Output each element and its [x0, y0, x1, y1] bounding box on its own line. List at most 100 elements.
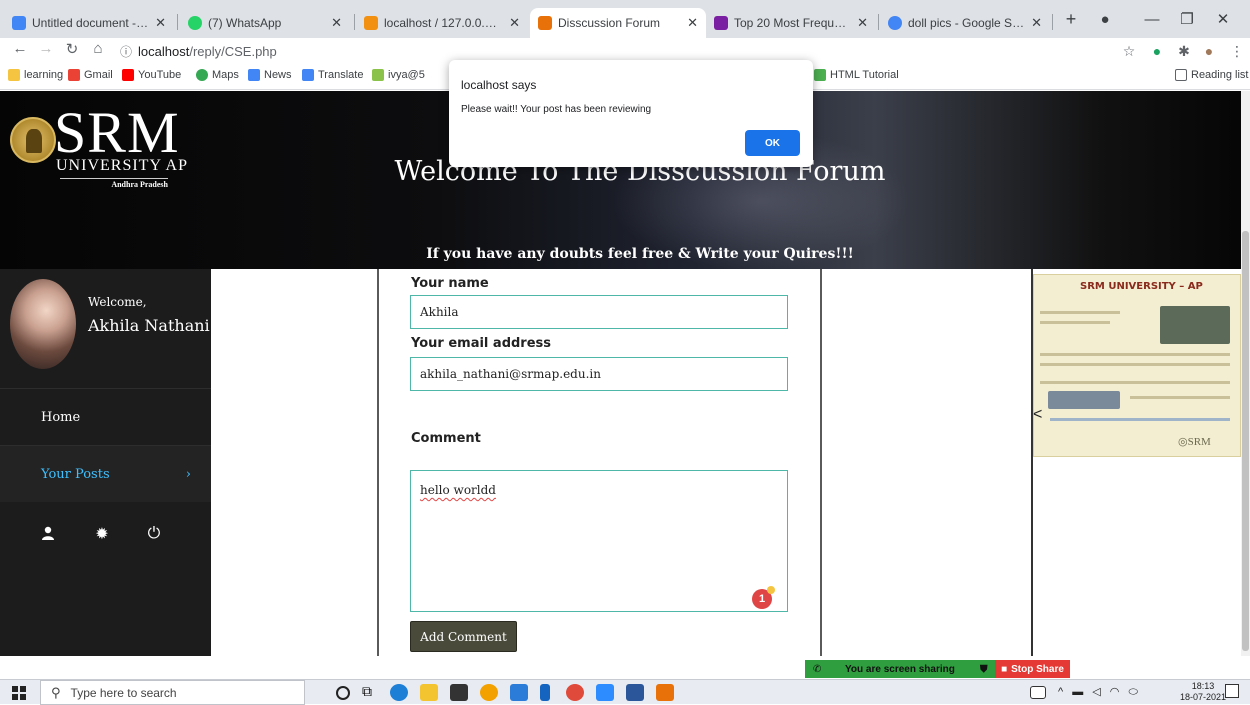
tab-whatsapp[interactable]: (7) WhatsApp ✕ [180, 8, 350, 38]
menu-kebab-icon[interactable]: ⋮ [1228, 42, 1246, 60]
reading-list[interactable]: Reading list [1175, 69, 1248, 81]
tab-search-icon[interactable]: ● [1090, 8, 1120, 30]
poster-text-line [1130, 396, 1230, 399]
minimize-icon[interactable]: — [1137, 8, 1167, 30]
chrome-icon[interactable] [566, 684, 584, 701]
tab-interview-questions[interactable]: Top 20 Most Frequently Ask ✕ [706, 8, 876, 38]
stop-share-label: Stop Share [1011, 663, 1064, 675]
maximize-icon[interactable]: ❐ [1172, 8, 1202, 30]
mail-icon[interactable] [510, 684, 528, 701]
task-view-icon[interactable]: ⧉ [362, 683, 380, 700]
bookmark-label: Gmail [84, 69, 113, 81]
word-icon[interactable] [626, 684, 644, 701]
poster-logos-row [1050, 418, 1230, 421]
shield-icon: ⛊ [980, 663, 988, 675]
close-tab-icon[interactable]: ✕ [331, 15, 342, 31]
reading-list-label: Reading list [1191, 69, 1249, 81]
bookmark-youtube[interactable]: YouTube [122, 69, 181, 81]
profile-avatar-icon[interactable]: ● [1200, 42, 1218, 60]
tab-phpmyadmin[interactable]: localhost / 127.0.0.1 / discu ✕ [356, 8, 528, 38]
bookmark-label: HTML Tutorial [830, 69, 899, 81]
home-icon[interactable]: ⌂ [88, 40, 108, 57]
sidebar-item-your-posts[interactable]: Your Posts › [0, 445, 211, 502]
taskbar-search-input[interactable]: ⚲ Type here to search [40, 680, 305, 705]
w3-icon [814, 69, 826, 81]
info-icon[interactable]: ⓘ [120, 43, 132, 60]
system-tray-icons[interactable]: ^ ▬ ◁ ◠ ⬭ [1058, 685, 1141, 699]
chevron-left-icon[interactable]: < [1033, 406, 1042, 424]
tab-google-docs[interactable]: Untitled document - Googl ✕ [4, 8, 174, 38]
email-field[interactable]: akhila_nathani@srmap.edu.in [410, 357, 788, 391]
ok-button[interactable]: OK [745, 130, 800, 156]
back-icon[interactable]: ← [10, 40, 30, 57]
sidebar-item-home[interactable]: Home [0, 388, 211, 445]
extensions-icon[interactable]: ✱ [1175, 42, 1193, 60]
poster-text-line [1040, 353, 1230, 356]
bookmark-label: Translate [318, 69, 364, 81]
grammarly-extension-icon[interactable]: ● [1148, 42, 1166, 60]
bookmark-html-tutorial[interactable]: HTML Tutorial [814, 69, 899, 81]
close-tab-icon[interactable]: ✕ [1031, 15, 1042, 31]
search-placeholder: Type here to search [70, 685, 177, 700]
screen-share-status: You are screen sharing [845, 663, 955, 675]
app-icon[interactable] [540, 684, 550, 701]
logo-subtitle: UNIVERSITY AP [56, 157, 188, 174]
bookmark-star-icon[interactable]: ☆ [1120, 42, 1138, 60]
store-icon[interactable] [450, 684, 468, 701]
tab-google-search[interactable]: doll pics - Google Search ✕ [880, 8, 1050, 38]
bookmark-learning[interactable]: learning [8, 69, 63, 81]
clock[interactable]: 18:13 18-07-2021 [1180, 681, 1226, 703]
forum-app-icon[interactable] [656, 684, 674, 701]
bookmark-ivya[interactable]: ivya@5 [372, 69, 425, 81]
sidebar-item-label: Home [41, 409, 81, 425]
user-icon[interactable] [37, 522, 59, 544]
close-tab-icon[interactable]: ✕ [857, 15, 868, 31]
address-host: localhost [138, 44, 190, 59]
notification-icon[interactable] [1225, 684, 1239, 698]
name-field[interactable]: Akhila [410, 295, 788, 329]
comment-textarea[interactable]: hello worldd [410, 470, 788, 612]
forward-icon[interactable]: → [36, 40, 56, 57]
close-tab-icon[interactable]: ✕ [509, 15, 520, 31]
gear-icon[interactable]: ✹ [91, 522, 113, 544]
reload-icon[interactable]: ↻ [62, 40, 82, 58]
power-icon[interactable]: ⏻ [143, 522, 165, 544]
file-explorer-icon[interactable] [420, 684, 438, 701]
bookmark-maps[interactable]: Maps [196, 69, 239, 81]
stop-share-button[interactable]: ■ Stop Share [995, 660, 1070, 678]
grammarly-badge-icon[interactable]: 1 [752, 586, 775, 609]
poster-photo [1160, 306, 1230, 344]
windows-taskbar: ⚲ Type here to search ⧉ ^ ▬ ◁ ◠ ⬭ 18:13 … [0, 679, 1250, 705]
phone-icon: ✆ [813, 663, 822, 675]
scrollbar-thumb[interactable] [1242, 231, 1249, 651]
edge-icon[interactable] [390, 684, 408, 701]
bookmark-translate[interactable]: Translate [302, 69, 363, 81]
bookmark-news[interactable]: News [248, 69, 292, 81]
logo-location: Andhra Pradesh [60, 178, 168, 189]
leaf-icon [372, 69, 384, 81]
poster-title: SRM UNIVERSITY – AP [1080, 281, 1203, 292]
chrome-canary-icon[interactable] [480, 684, 498, 701]
bookmark-label: ivya@5 [388, 69, 425, 81]
close-window-icon[interactable]: ✕ [1208, 8, 1238, 30]
tab-discussion-forum[interactable]: Disscussion Forum ✕ [530, 8, 706, 38]
cortana-icon[interactable] [336, 686, 350, 700]
user-name: Akhila Nathani [88, 316, 210, 335]
alert-title: localhost says [461, 78, 537, 92]
clock-date: 18-07-2021 [1180, 692, 1227, 702]
windows-start-icon[interactable] [12, 686, 26, 700]
comment-text: hello worldd [420, 483, 496, 497]
zoom-icon[interactable] [596, 684, 614, 701]
close-tab-icon[interactable]: ✕ [155, 15, 166, 31]
keyboard-icon[interactable] [1030, 686, 1046, 699]
close-tab-icon[interactable]: ✕ [687, 15, 698, 31]
address-bar[interactable]: ⓘ localhost/reply/CSE.php [120, 41, 1120, 62]
add-comment-button[interactable]: Add Comment [410, 621, 517, 652]
new-tab-button[interactable]: + [1056, 8, 1086, 30]
srm-logo-text: SRM [54, 100, 180, 165]
translate-icon [302, 69, 314, 81]
clock-time: 18:13 [1191, 681, 1215, 691]
screen-share-bar: ✆ You are screen sharing ⛊ ■ Stop Share [805, 660, 1070, 678]
welcome-text: Welcome, [88, 295, 147, 309]
bookmark-gmail[interactable]: Gmail [68, 69, 113, 81]
